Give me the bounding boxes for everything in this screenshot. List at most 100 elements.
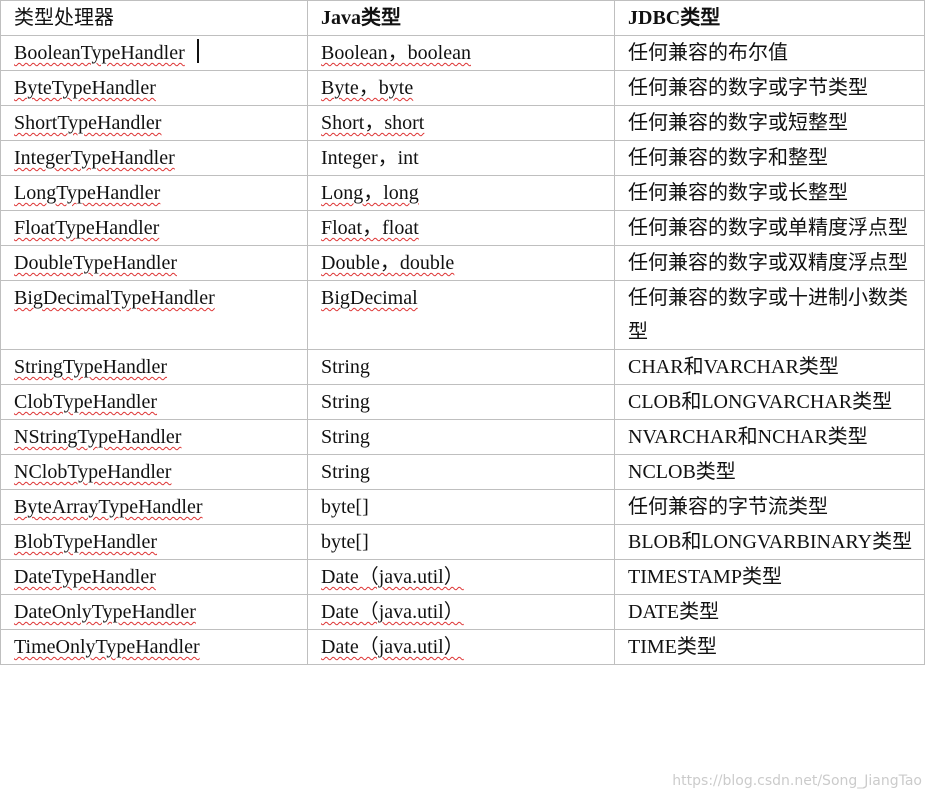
- jdbc-type-cell[interactable]: 任何兼容的数字或双精度浮点型: [614, 245, 925, 281]
- java-type: Short，short: [321, 112, 425, 134]
- java-type-cell[interactable]: Short，short: [307, 105, 615, 141]
- java-type-cell[interactable]: Integer，int: [307, 140, 615, 176]
- handler-name: LongTypeHandler: [14, 182, 161, 204]
- table-row: FloatTypeHandler Float，float 任何兼容的数字或单精度浮点…: [0, 210, 925, 246]
- watermark: https://blog.csdn.net/Song_JiangTao: [672, 773, 922, 789]
- jdbc-type-cell[interactable]: 任何兼容的布尔值: [614, 35, 925, 71]
- jdbc-type: 任何兼容的数字和整型: [628, 147, 828, 169]
- handler-cell[interactable]: BlobTypeHandler: [0, 524, 308, 560]
- java-type: Date（java.util）: [321, 636, 464, 658]
- jdbc-type: 任何兼容的布尔值: [628, 42, 788, 64]
- handler-cell[interactable]: DoubleTypeHandler: [0, 245, 308, 281]
- jdbc-type: 任何兼容的数字或短整型: [628, 112, 848, 134]
- java-type: Byte，byte: [321, 77, 414, 99]
- jdbc-type-cell[interactable]: TIME类型: [614, 629, 925, 665]
- handler-name: BlobTypeHandler: [14, 531, 158, 553]
- handler-cell[interactable]: ByteArrayTypeHandler: [0, 489, 308, 525]
- handler-name: TimeOnlyTypeHandler: [14, 636, 200, 658]
- java-type-cell[interactable]: byte[]: [307, 524, 615, 560]
- java-type-cell[interactable]: Date（java.util）: [307, 594, 615, 630]
- jdbc-type-cell[interactable]: 任何兼容的数字或十进制小数类型: [614, 280, 925, 350]
- jdbc-type-cell[interactable]: 任何兼容的字节流类型: [614, 489, 925, 525]
- jdbc-type-cell[interactable]: BLOB和LONGVARBINARY类型: [614, 524, 925, 560]
- java-type: Date（java.util）: [321, 566, 464, 588]
- handler-name: IntegerTypeHandler: [14, 147, 175, 169]
- handler-cell[interactable]: ByteTypeHandler: [0, 70, 308, 106]
- handler-cell[interactable]: ClobTypeHandler: [0, 384, 308, 420]
- handler-cell[interactable]: BooleanTypeHandler: [0, 35, 308, 71]
- java-type-cell[interactable]: Date（java.util）: [307, 629, 615, 665]
- handler-cell[interactable]: NClobTypeHandler: [0, 454, 308, 490]
- table-row: ShortTypeHandler Short，short 任何兼容的数字或短整型: [0, 105, 925, 141]
- jdbc-type: DATE类型: [628, 601, 720, 623]
- handler-cell[interactable]: IntegerTypeHandler: [0, 140, 308, 176]
- java-type-cell[interactable]: String: [307, 384, 615, 420]
- java-type-cell[interactable]: String: [307, 349, 615, 385]
- handler-cell[interactable]: StringTypeHandler: [0, 349, 308, 385]
- java-type-cell[interactable]: Date（java.util）: [307, 559, 615, 595]
- table-row: IntegerTypeHandler Integer，int 任何兼容的数字和整型: [0, 140, 925, 176]
- jdbc-type-cell[interactable]: CHAR和VARCHAR类型: [614, 349, 925, 385]
- table-row: DateOnlyTypeHandler Date（java.util） DATE类型: [0, 594, 925, 630]
- header-row: 类型处理器 Java类型 JDBC类型: [0, 0, 925, 36]
- java-type-cell[interactable]: BigDecimal: [307, 280, 615, 350]
- jdbc-type-cell[interactable]: 任何兼容的数字或长整型: [614, 175, 925, 211]
- handler-name: ByteArrayTypeHandler: [14, 496, 203, 518]
- header-java-type: Java类型: [307, 0, 615, 36]
- jdbc-type: BLOB和LONGVARBINARY类型: [628, 531, 913, 553]
- handler-cell[interactable]: TimeOnlyTypeHandler: [0, 629, 308, 665]
- handler-name: DoubleTypeHandler: [14, 252, 177, 274]
- handler-cell[interactable]: FloatTypeHandler: [0, 210, 308, 246]
- jdbc-type-cell[interactable]: TIMESTAMP类型: [614, 559, 925, 595]
- handler-name: BooleanTypeHandler: [14, 42, 185, 64]
- java-type-cell[interactable]: String: [307, 454, 615, 490]
- java-type: Long，long: [321, 182, 419, 204]
- handler-name: ByteTypeHandler: [14, 77, 156, 99]
- text-cursor: [196, 39, 199, 63]
- java-type: Date（java.util）: [321, 601, 464, 623]
- java-type: Float，float: [321, 217, 419, 239]
- handler-cell[interactable]: ShortTypeHandler: [0, 105, 308, 141]
- java-type-cell[interactable]: Byte，byte: [307, 70, 615, 106]
- handler-name: StringTypeHandler: [14, 356, 168, 378]
- java-type-cell[interactable]: byte[]: [307, 489, 615, 525]
- header-jdbc-type: JDBC类型: [614, 0, 925, 36]
- jdbc-type: 任何兼容的字节流类型: [628, 496, 828, 518]
- table-row: StringTypeHandler String CHAR和VARCHAR类型: [0, 349, 925, 385]
- java-type-cell[interactable]: Double，double: [307, 245, 615, 281]
- jdbc-type-cell[interactable]: 任何兼容的数字或短整型: [614, 105, 925, 141]
- jdbc-type-cell[interactable]: 任何兼容的数字或字节类型: [614, 70, 925, 106]
- jdbc-type-cell[interactable]: DATE类型: [614, 594, 925, 630]
- table-row: ByteTypeHandler Byte，byte 任何兼容的数字或字节类型: [0, 70, 925, 106]
- handler-cell[interactable]: DateTypeHandler: [0, 559, 308, 595]
- table-row: DateTypeHandler Date（java.util） TIMESTAMP类…: [0, 559, 925, 595]
- java-type-cell[interactable]: Float，float: [307, 210, 615, 246]
- table-row: NClobTypeHandler String NCLOB类型: [0, 454, 925, 490]
- handler-cell[interactable]: LongTypeHandler: [0, 175, 308, 211]
- jdbc-type-cell[interactable]: CLOB和LONGVARCHAR类型: [614, 384, 925, 420]
- table-row: DoubleTypeHandler Double，double 任何兼容的数字或双精…: [0, 245, 925, 281]
- handler-name: NStringTypeHandler: [14, 426, 182, 448]
- jdbc-type-cell[interactable]: 任何兼容的数字或单精度浮点型: [614, 210, 925, 246]
- table-row: BooleanTypeHandler Boolean，boolean 任何兼容的布尔…: [0, 35, 925, 71]
- handler-name: BigDecimalTypeHandler: [14, 287, 215, 309]
- jdbc-type: NVARCHAR和NCHAR类型: [628, 426, 868, 448]
- jdbc-type-cell[interactable]: NVARCHAR和NCHAR类型: [614, 419, 925, 455]
- java-type: String: [321, 391, 370, 413]
- handler-cell[interactable]: DateOnlyTypeHandler: [0, 594, 308, 630]
- java-type: byte[]: [321, 496, 369, 518]
- table-row: LongTypeHandler Long，long 任何兼容的数字或长整型: [0, 175, 925, 211]
- handler-name: FloatTypeHandler: [14, 217, 160, 239]
- handler-cell[interactable]: NStringTypeHandler: [0, 419, 308, 455]
- jdbc-type: 任何兼容的数字或十进制小数类型: [628, 287, 908, 343]
- jdbc-type-cell[interactable]: 任何兼容的数字和整型: [614, 140, 925, 176]
- table-row: TimeOnlyTypeHandler Date（java.util） TIME类型: [0, 629, 925, 665]
- java-type-cell[interactable]: Boolean，boolean: [307, 35, 615, 71]
- handler-cell[interactable]: BigDecimalTypeHandler: [0, 280, 308, 350]
- type-handler-table: 类型处理器 Java类型 JDBC类型 BooleanTypeHandler Bo…: [0, 0, 925, 665]
- java-type-cell[interactable]: Long，long: [307, 175, 615, 211]
- jdbc-type-cell[interactable]: NCLOB类型: [614, 454, 925, 490]
- java-type-cell[interactable]: String: [307, 419, 615, 455]
- handler-name: DateOnlyTypeHandler: [14, 601, 196, 623]
- jdbc-type: 任何兼容的数字或双精度浮点型: [628, 252, 908, 274]
